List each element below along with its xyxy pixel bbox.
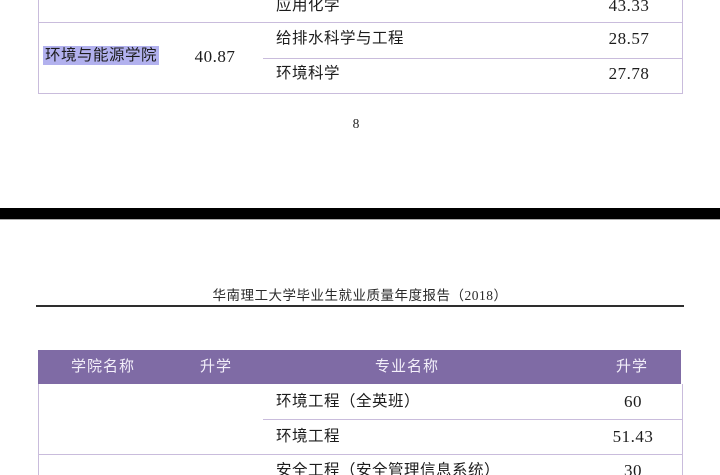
- rate-cell: 27.78: [584, 65, 674, 83]
- rate-cell: 60: [588, 393, 678, 411]
- rate-cell: 30: [588, 462, 678, 475]
- major-cell: 给排水科学与工程: [276, 30, 404, 48]
- table-header-row: 学院名称 升学 专业名称 升学: [38, 350, 681, 384]
- search-highlight: 环境与能源学院: [43, 46, 159, 65]
- subrow-divider: [263, 58, 682, 59]
- row-divider: [39, 454, 682, 455]
- rate-cell: 51.43: [588, 428, 678, 446]
- row-divider: [39, 22, 682, 23]
- college-cell: 环境与能源学院: [43, 47, 159, 65]
- rate-cell: 43.33: [584, 0, 674, 15]
- pdf-document-view: 应用化学 43.33 给排水科学与工程 28.57 环境与能源学院 40.87 …: [0, 0, 720, 475]
- major-cell: 安全工程（安全管理信息系统）: [276, 462, 500, 475]
- major-cell: 应用化学: [276, 0, 340, 15]
- header-college-name: 学院名称: [63, 350, 143, 384]
- rate-cell: 28.57: [584, 30, 674, 48]
- header-rate-2: 升学: [602, 350, 662, 384]
- header-rate-1: 升学: [186, 350, 246, 384]
- enrollment-table-page9: 环境工程（全英班） 60 环境工程 51.43 安全工程（安全管理信息系统） 3…: [38, 384, 683, 475]
- header-major-name: 专业名称: [357, 350, 457, 384]
- major-cell: 环境工程（全英班）: [276, 393, 420, 411]
- enrollment-table-page8: 应用化学 43.33 给排水科学与工程 28.57 环境与能源学院 40.87 …: [38, 0, 683, 94]
- running-header-rule: [36, 305, 684, 307]
- page-break-bar: [0, 208, 720, 219]
- page-number: 8: [0, 116, 712, 132]
- major-cell: 环境科学: [276, 65, 340, 83]
- running-header-title: 华南理工大学毕业生就业质量年度报告（2018）: [0, 284, 720, 304]
- subrow-divider: [263, 419, 682, 420]
- major-cell: 环境工程: [276, 428, 340, 446]
- college-rate-cell: 40.87: [175, 48, 255, 66]
- page-break-edge-line: [0, 219, 720, 220]
